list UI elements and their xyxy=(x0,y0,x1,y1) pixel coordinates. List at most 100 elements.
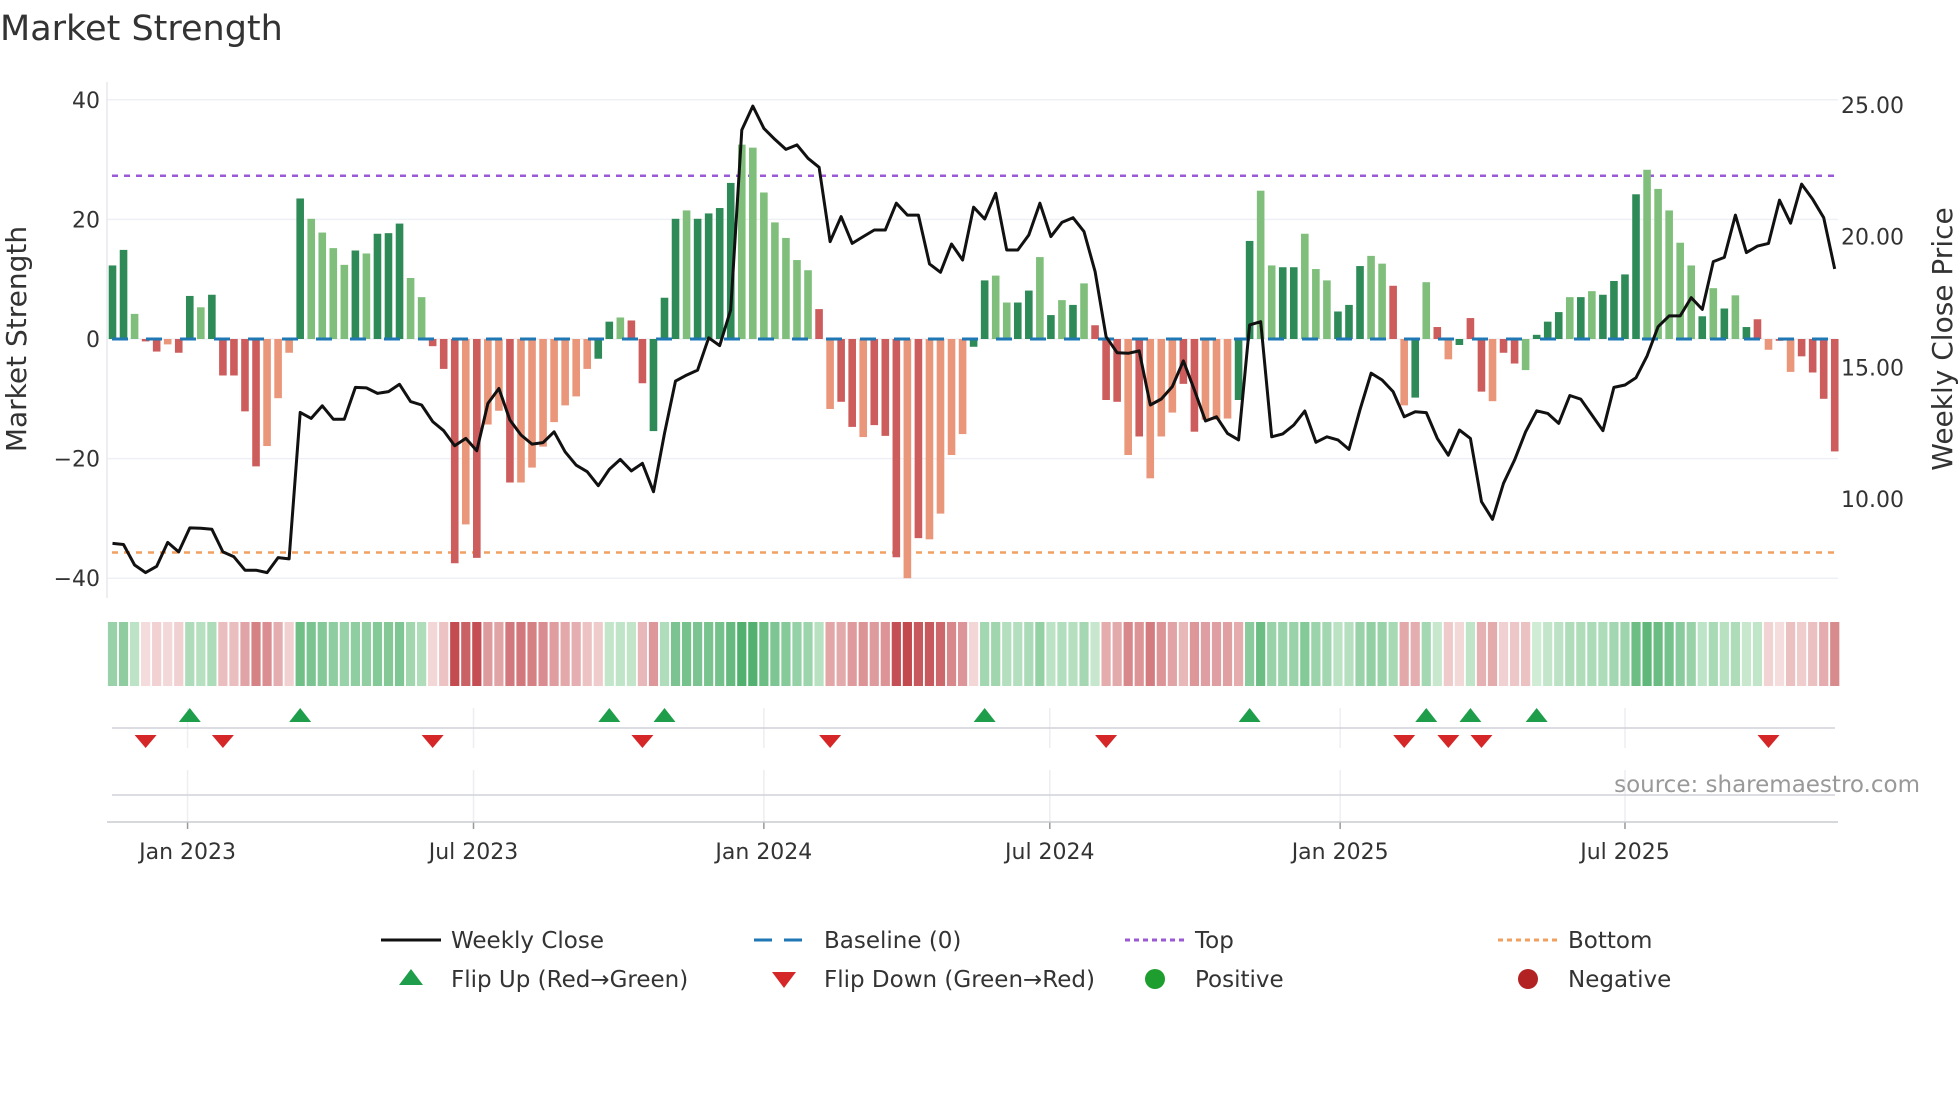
heat-cell xyxy=(825,622,835,686)
legend-label: Weekly Close xyxy=(451,928,604,954)
strength-heat-strip xyxy=(107,622,1840,686)
heat-cell xyxy=(648,622,659,686)
heat-cell xyxy=(880,622,890,686)
flip-up-marker xyxy=(1459,708,1482,722)
strength-bar xyxy=(903,339,912,579)
heat-cell xyxy=(637,622,648,686)
strength-bar xyxy=(1289,267,1298,339)
strength-bar xyxy=(340,264,349,339)
heat-cell xyxy=(659,622,670,686)
flip-up-marker xyxy=(178,708,201,722)
flip-down-marker xyxy=(1470,735,1493,748)
strength-bar xyxy=(1212,339,1221,420)
strength-bar xyxy=(980,280,989,339)
strength-bar xyxy=(1234,339,1243,400)
strength-bar xyxy=(1102,339,1110,400)
heat-cell xyxy=(1079,622,1089,686)
strength-bar xyxy=(1764,339,1773,350)
y-tick-label: 0 xyxy=(86,328,100,353)
heat-cell xyxy=(693,622,703,686)
heat-cell xyxy=(549,622,559,686)
heat-cell xyxy=(1410,622,1420,686)
heat-cell xyxy=(969,622,979,686)
legend-item-baseline: Baseline (0) xyxy=(754,928,961,954)
strength-bar xyxy=(1201,339,1210,420)
heat-cell xyxy=(957,622,968,686)
heat-cell xyxy=(207,622,217,686)
strength-bar xyxy=(550,339,558,423)
strength-bar xyxy=(1720,308,1729,339)
strength-bar xyxy=(760,192,768,339)
strength-bar xyxy=(517,339,525,483)
strength-bar xyxy=(1588,291,1596,339)
strength-bar xyxy=(1080,283,1088,339)
strength-bar xyxy=(682,210,691,339)
strength-bar xyxy=(285,339,293,353)
heat-cell xyxy=(1498,622,1509,686)
strength-bar xyxy=(1389,285,1397,339)
heat-cell xyxy=(1785,622,1796,686)
heat-cell xyxy=(538,622,548,686)
heat-cell xyxy=(704,622,714,686)
heat-cell xyxy=(1664,622,1674,686)
heat-cell xyxy=(681,622,692,686)
strength-bar xyxy=(439,339,448,369)
heat-cell xyxy=(1057,622,1067,686)
heat-cell xyxy=(185,622,195,686)
heat-cell xyxy=(1642,622,1652,686)
strength-bar xyxy=(1312,269,1320,339)
strength-bar xyxy=(197,307,205,339)
heat-cell xyxy=(240,622,250,686)
heat-cell xyxy=(1101,622,1111,686)
strength-bar xyxy=(1466,318,1475,339)
strength-bar xyxy=(417,297,426,339)
heat-cell xyxy=(1620,622,1630,686)
strength-bar xyxy=(616,317,625,339)
heat-cell xyxy=(174,622,184,686)
heat-cell xyxy=(483,622,493,686)
strength-bar xyxy=(583,339,592,369)
heat-cell xyxy=(1631,622,1641,686)
y2-axis-label: Weekly Close Price xyxy=(1926,207,1959,470)
strength-bar xyxy=(704,213,713,339)
heat-cell xyxy=(1134,622,1144,686)
heat-cell xyxy=(218,622,228,686)
strength-bar xyxy=(1433,327,1442,339)
heat-cell xyxy=(152,622,162,686)
strength-bar xyxy=(1356,266,1364,339)
y2-tick-label: 20.00 xyxy=(1841,225,1904,250)
strength-bar xyxy=(660,297,669,339)
strength-bar xyxy=(373,233,382,339)
chart-title: Market Strength xyxy=(0,9,283,49)
legend-label: Top xyxy=(1194,928,1234,954)
right-y-tick-labels: 25.00 20.00 15.00 10.00 xyxy=(1841,94,1904,513)
heat-cell xyxy=(328,622,338,686)
heat-cell xyxy=(935,622,946,686)
heat-cell xyxy=(1156,622,1166,686)
legend-label: Flip Up (Red→Green) xyxy=(451,967,688,993)
strength-bar xyxy=(1378,263,1386,339)
heat-cell xyxy=(129,622,140,686)
strength-bar xyxy=(1091,325,1099,339)
heat-cell xyxy=(615,622,625,686)
left-y-tick-labels: 40 20 0 −20 −40 xyxy=(54,89,100,592)
strength-bar xyxy=(1124,339,1132,456)
strength-bar xyxy=(1400,339,1408,406)
heat-cell xyxy=(118,622,129,686)
strength-bar xyxy=(329,248,338,339)
strength-bar xyxy=(1521,339,1530,371)
strength-bar xyxy=(991,275,1000,339)
strength-bar xyxy=(649,339,658,432)
strength-bar xyxy=(958,339,967,435)
strength-bar xyxy=(826,339,834,409)
heat-cell xyxy=(891,622,901,686)
strength-bar xyxy=(450,339,459,564)
legend-item-negative: Negative xyxy=(1518,967,1671,993)
circle-green-icon xyxy=(1145,969,1165,989)
flip-down-marker xyxy=(1437,735,1460,748)
heat-cell xyxy=(604,622,614,686)
strength-bar xyxy=(1157,339,1166,437)
strength-bar xyxy=(395,223,404,339)
flip-up-marker xyxy=(653,708,676,722)
strength-bar xyxy=(1742,327,1751,339)
